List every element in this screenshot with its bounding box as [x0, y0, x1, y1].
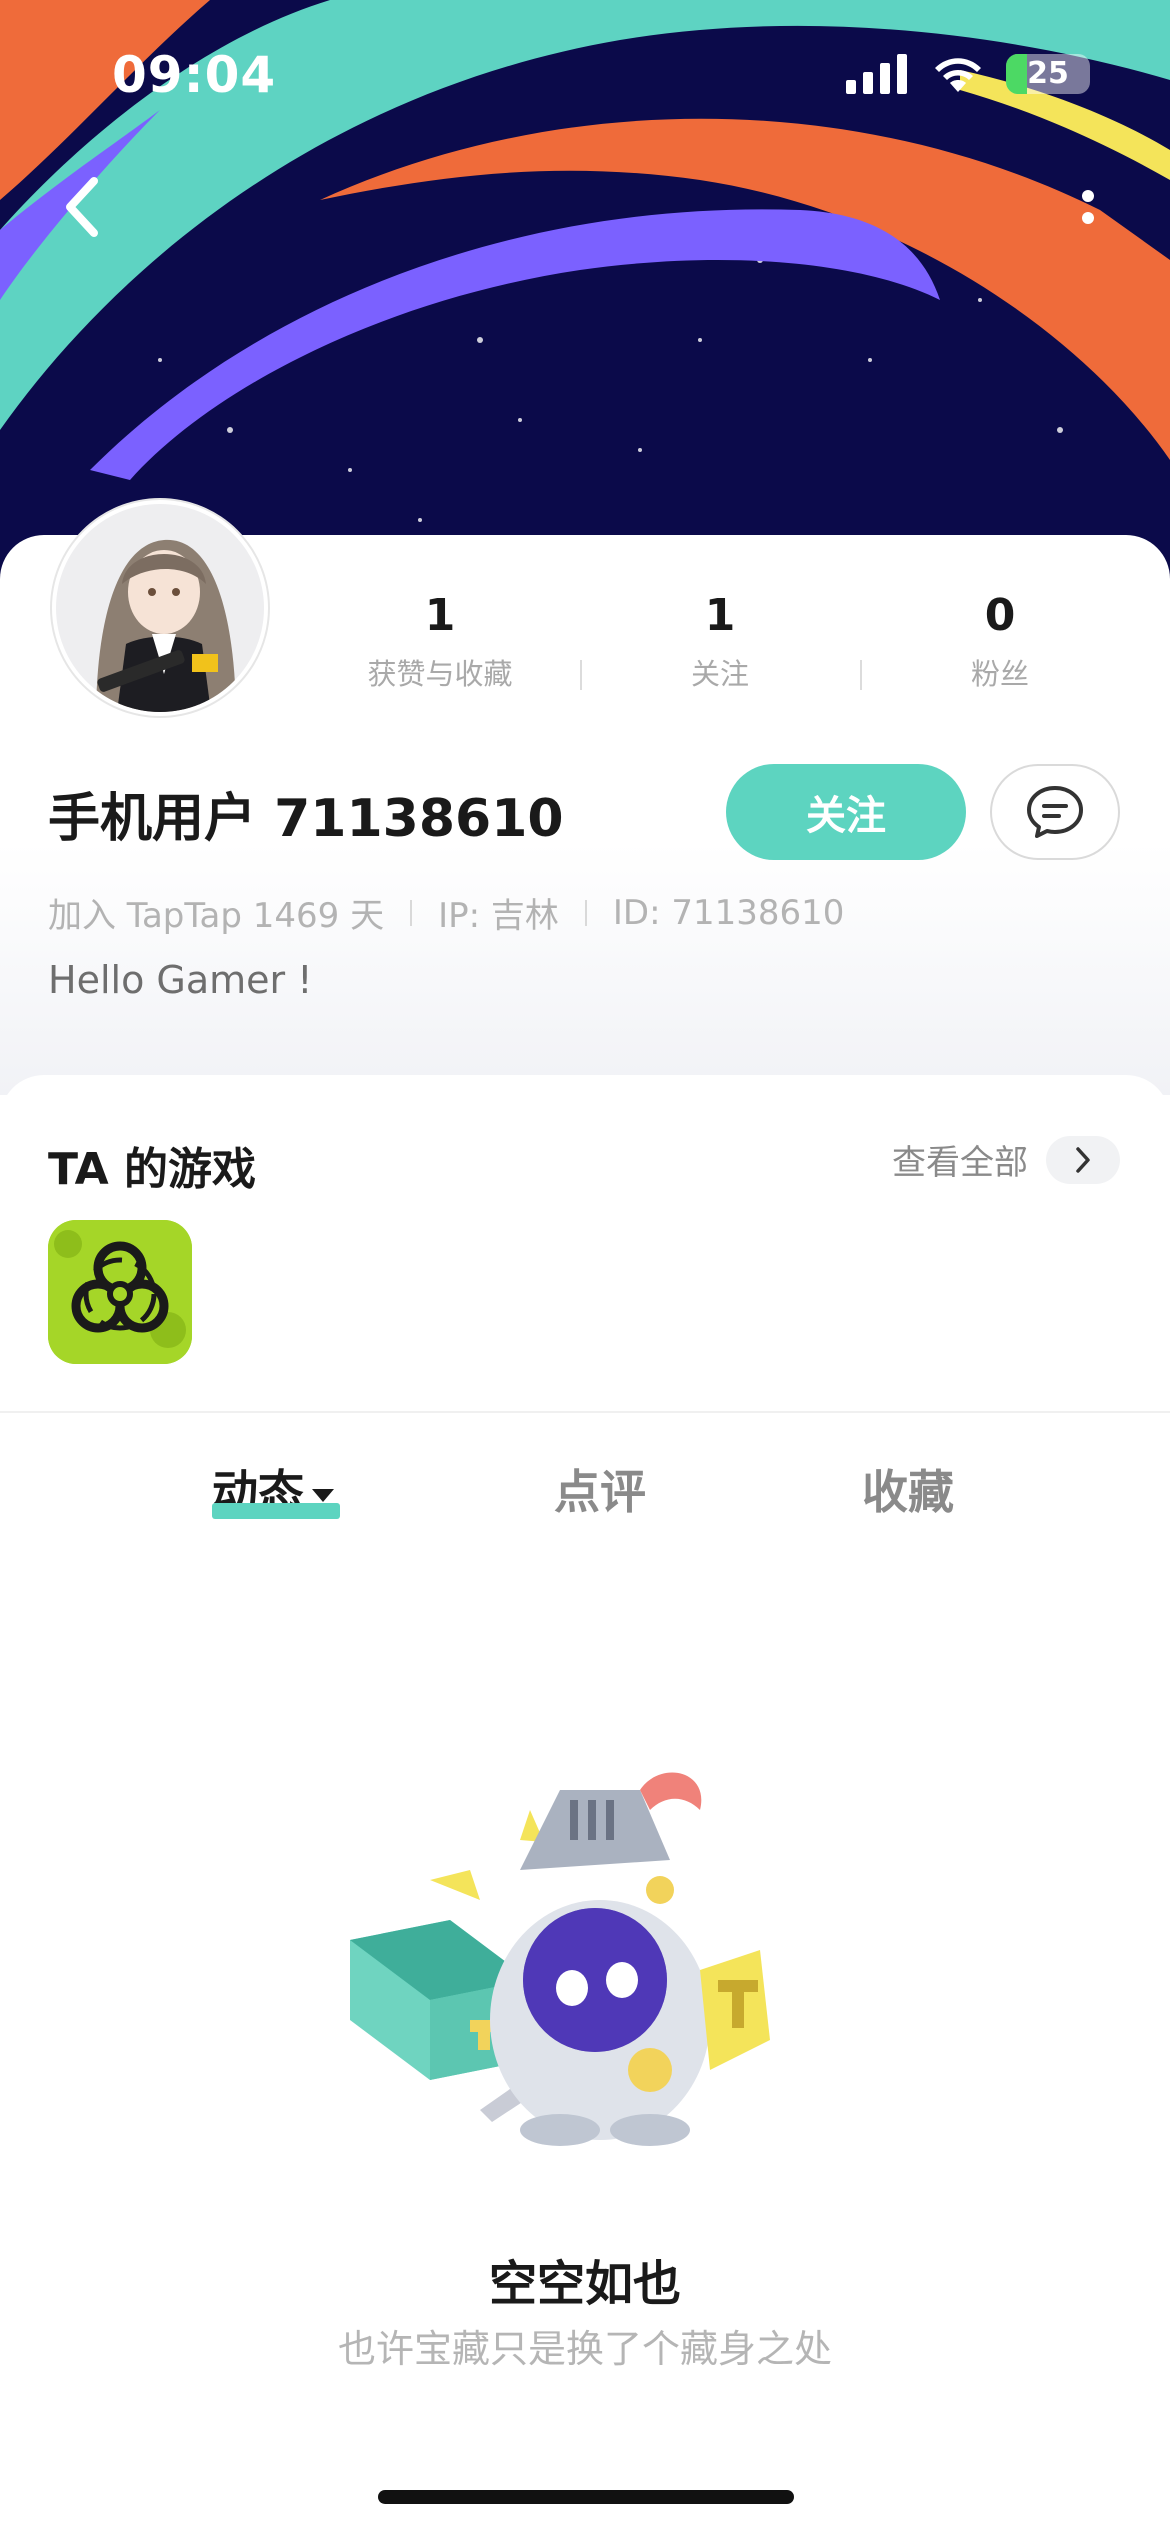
back-button[interactable]	[52, 172, 112, 242]
battery-level: 25	[1027, 56, 1069, 91]
games-title: TA 的游戏	[48, 1144, 256, 1195]
follow-button[interactable]: 关注	[726, 764, 966, 860]
empty-state-subtitle: 也许宝藏只是换了个藏身之处	[337, 2327, 832, 2371]
user-bio: Hello Gamer !	[48, 958, 313, 1002]
more-vertical-icon	[1082, 190, 1094, 202]
game-icon[interactable]	[48, 1220, 192, 1364]
ip-location: IP: 吉林	[438, 896, 559, 936]
stat-label: 获赞与收藏	[367, 657, 513, 691]
battery-charging-icon: 25	[1006, 54, 1090, 94]
view-all-link[interactable]: 查看全部	[892, 1135, 1120, 1184]
avatar-image	[56, 504, 264, 712]
tab-label: 点评	[554, 1465, 646, 1519]
biohazard-icon	[48, 1220, 192, 1364]
chevron-left-icon	[66, 177, 98, 237]
status-bar: 09:04 25	[0, 0, 1170, 150]
username: 手机用户 71138610	[48, 789, 564, 849]
stat-value: 0	[984, 590, 1016, 641]
content-tabs: 动态 点评 收藏	[0, 1430, 1170, 1550]
tab-label: 收藏	[862, 1465, 954, 1519]
meta-divider	[584, 899, 587, 926]
stat-label: 关注	[690, 657, 749, 691]
join-days: 加入 TapTap 1469 天	[48, 896, 385, 936]
more-button[interactable]	[1068, 172, 1108, 242]
tab-favorites[interactable]: 收藏	[862, 1456, 954, 1522]
games-section: TA 的游戏 查看全部	[0, 1075, 1170, 1413]
message-button[interactable]	[990, 764, 1120, 860]
avatar[interactable]	[52, 500, 268, 716]
profile-meta: 加入 TapTap 1469 天 IP: 吉林 ID: 71138610	[48, 888, 844, 937]
status-icons: 25	[846, 54, 1090, 94]
active-tab-indicator	[212, 1503, 340, 1519]
stat-value: 1	[704, 590, 736, 641]
empty-state-illustration	[350, 1772, 770, 2146]
stat-followers[interactable]: 0 粉丝	[860, 590, 1140, 700]
chat-bubble-icon	[1027, 786, 1083, 838]
chevron-right-icon	[1046, 1135, 1120, 1184]
view-all-label: 查看全部	[892, 1143, 1028, 1183]
wifi-icon	[935, 58, 981, 92]
user-id: ID: 71138610	[612, 892, 845, 933]
tab-reviews[interactable]: 点评	[554, 1456, 646, 1522]
stat-value: 1	[424, 590, 456, 641]
stat-label: 粉丝	[970, 657, 1029, 691]
status-time: 09:04	[112, 46, 277, 104]
stats-row: 1 获赞与收藏 1 关注 0 粉丝	[300, 590, 1140, 700]
meta-divider	[410, 899, 413, 926]
home-indicator[interactable]	[378, 2490, 794, 2504]
signal-icon	[846, 54, 907, 94]
empty-state-title: 空空如也	[488, 2256, 681, 2312]
stat-following[interactable]: 1 关注	[580, 590, 860, 700]
caret-down-icon	[312, 1489, 334, 1502]
stat-likes[interactable]: 1 获赞与收藏	[300, 590, 580, 700]
